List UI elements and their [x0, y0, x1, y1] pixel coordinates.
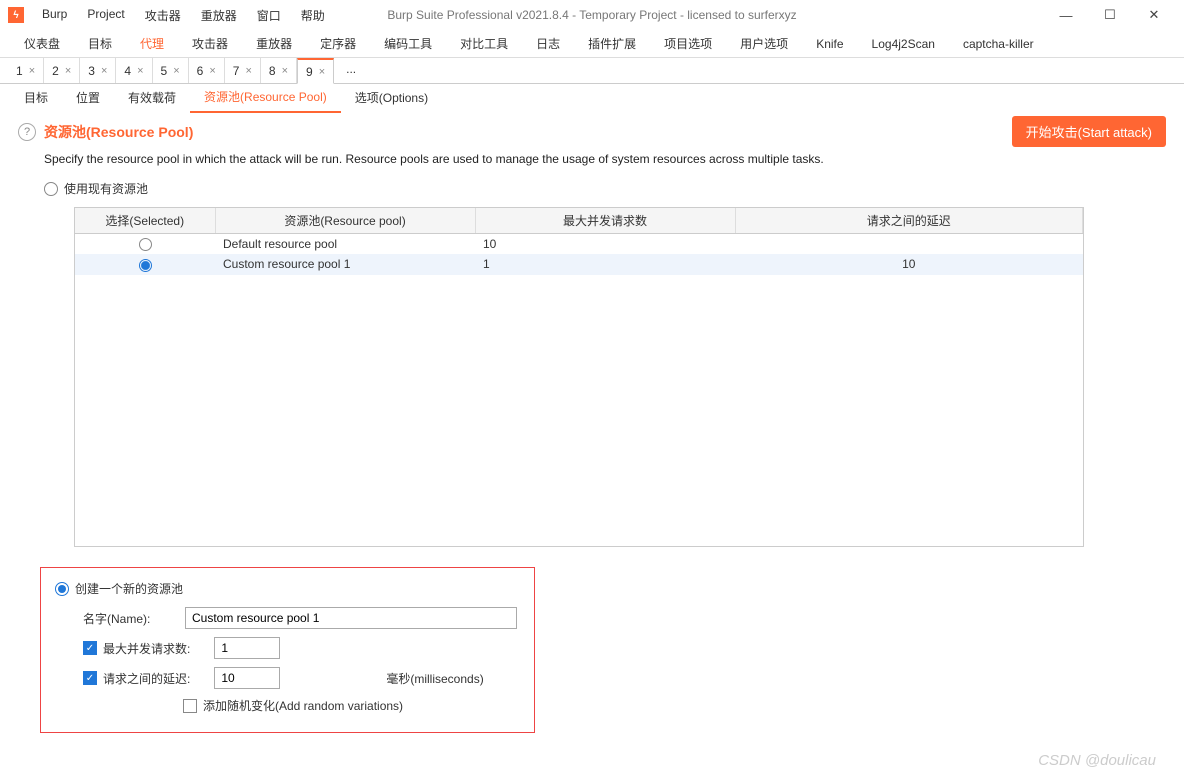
tab-decoder[interactable]: 编码工具 — [370, 29, 446, 58]
resource-pool-table: 选择(Selected) 资源池(Resource pool) 最大并发请求数 … — [74, 207, 1084, 547]
main-tabs: 仪表盘 目标 代理 攻击器 重放器 定序器 编码工具 对比工具 日志 插件扩展 … — [0, 30, 1184, 58]
content-area: ? 资源池(Resource Pool) 开始攻击(Start attack) … — [0, 112, 1184, 743]
menu-window[interactable]: 窗口 — [247, 3, 291, 28]
use-existing-radio[interactable] — [44, 182, 58, 196]
close-icon[interactable]: × — [282, 65, 288, 77]
create-new-pool-box: 创建一个新的资源池 名字(Name): 最大并发请求数: 请求之间的延迟: 毫秒… — [40, 567, 535, 733]
start-attack-button[interactable]: 开始攻击(Start attack) — [1012, 116, 1166, 147]
watermark: CSDN @doulicau — [1038, 752, 1156, 769]
close-icon[interactable]: × — [29, 65, 35, 77]
help-icon[interactable]: ? — [18, 123, 36, 141]
tab-target[interactable]: 目标 — [74, 29, 126, 58]
use-existing-label: 使用现有资源池 — [64, 180, 148, 197]
tab-sequencer[interactable]: 定序器 — [306, 29, 370, 58]
row-radio[interactable] — [139, 259, 152, 272]
app-icon: ϟ — [8, 7, 24, 23]
subtab-positions[interactable]: 位置 — [62, 83, 114, 112]
close-icon[interactable]: × — [137, 65, 143, 77]
tab-knife[interactable]: Knife — [802, 31, 857, 57]
delay-checkbox[interactable] — [83, 671, 97, 685]
window-title: Burp Suite Professional v2021.8.4 - Temp… — [387, 8, 796, 22]
attack-tab-6[interactable]: 6× — [189, 58, 225, 83]
ms-label: 毫秒(milliseconds) — [386, 670, 483, 687]
subtab-options[interactable]: 选项(Options) — [341, 83, 442, 112]
col-pool[interactable]: 资源池(Resource pool) — [215, 208, 475, 234]
tab-captcha-killer[interactable]: captcha-killer — [949, 31, 1048, 57]
attack-tab-3[interactable]: 3× — [80, 58, 116, 83]
menu-burp[interactable]: Burp — [32, 3, 77, 28]
tab-extender[interactable]: 插件扩展 — [574, 29, 650, 58]
row-radio[interactable] — [139, 238, 152, 251]
col-selected[interactable]: 选择(Selected) — [75, 208, 215, 234]
subtab-payloads[interactable]: 有效载荷 — [114, 83, 190, 112]
random-variations-checkbox[interactable] — [183, 699, 197, 713]
name-input[interactable] — [185, 607, 517, 629]
close-icon[interactable]: × — [101, 65, 107, 77]
menu-bar: Burp Project 攻击器 重放器 窗口 帮助 — [32, 3, 335, 28]
table-row[interactable]: Custom resource pool 1 1 10 — [75, 254, 1083, 274]
tab-intruder[interactable]: 攻击器 — [178, 29, 242, 58]
random-variations-label: 添加随机变化(Add random variations) — [203, 697, 403, 714]
more-tabs[interactable]: ... — [334, 58, 368, 83]
col-delay[interactable]: 请求之间的延迟 — [735, 208, 1083, 234]
attack-tab-7[interactable]: 7× — [225, 58, 261, 83]
close-icon[interactable]: ✕ — [1132, 1, 1176, 29]
minimize-icon[interactable]: — — [1044, 1, 1088, 29]
page-heading: 资源池(Resource Pool) — [44, 122, 193, 142]
close-icon[interactable]: × — [209, 65, 215, 77]
attack-tab-2[interactable]: 2× — [44, 58, 80, 83]
maximize-icon[interactable]: ☐ — [1088, 1, 1132, 29]
tab-dashboard[interactable]: 仪表盘 — [10, 29, 74, 58]
close-icon[interactable]: × — [173, 65, 179, 77]
close-icon[interactable]: × — [65, 65, 71, 77]
tab-log4j2scan[interactable]: Log4j2Scan — [858, 31, 949, 57]
col-max-requests[interactable]: 最大并发请求数 — [475, 208, 735, 234]
attack-tab-9[interactable]: 9× — [297, 58, 334, 84]
tab-proxy[interactable]: 代理 — [126, 29, 178, 58]
name-label: 名字(Name): — [83, 610, 179, 627]
attack-tab-1[interactable]: 1× — [8, 58, 44, 83]
close-icon[interactable]: × — [245, 65, 251, 77]
tab-user-options[interactable]: 用户选项 — [726, 29, 802, 58]
attack-tab-5[interactable]: 5× — [153, 58, 189, 83]
tab-repeater[interactable]: 重放器 — [242, 29, 306, 58]
tab-comparer[interactable]: 对比工具 — [446, 29, 522, 58]
create-new-label: 创建一个新的资源池 — [75, 580, 183, 597]
subtab-target[interactable]: 目标 — [10, 83, 62, 112]
description: Specify the resource pool in which the a… — [44, 152, 1166, 166]
attack-tab-8[interactable]: 8× — [261, 58, 297, 83]
max-requests-checkbox[interactable] — [83, 641, 97, 655]
delay-label: 请求之间的延迟: — [103, 670, 190, 687]
attack-tab-4[interactable]: 4× — [116, 58, 152, 83]
table-row[interactable]: Default resource pool 10 — [75, 234, 1083, 255]
create-new-radio[interactable] — [55, 582, 69, 596]
menu-repeater[interactable]: 重放器 — [191, 3, 247, 28]
menu-attacker[interactable]: 攻击器 — [135, 3, 191, 28]
max-requests-label: 最大并发请求数: — [103, 640, 190, 657]
attack-tabs: 1× 2× 3× 4× 5× 6× 7× 8× 9× ... — [0, 58, 1184, 84]
titlebar: ϟ Burp Project 攻击器 重放器 窗口 帮助 Burp Suite … — [0, 0, 1184, 30]
close-icon[interactable]: × — [319, 66, 325, 78]
tab-logger[interactable]: 日志 — [522, 29, 574, 58]
subtab-resource-pool[interactable]: 资源池(Resource Pool) — [190, 82, 341, 113]
max-requests-input[interactable] — [214, 637, 280, 659]
tab-project-options[interactable]: 项目选项 — [650, 29, 726, 58]
sub-tabs: 目标 位置 有效载荷 资源池(Resource Pool) 选项(Options… — [0, 84, 1184, 112]
menu-help[interactable]: 帮助 — [291, 3, 335, 28]
delay-input[interactable] — [214, 667, 280, 689]
menu-project[interactable]: Project — [77, 3, 134, 28]
